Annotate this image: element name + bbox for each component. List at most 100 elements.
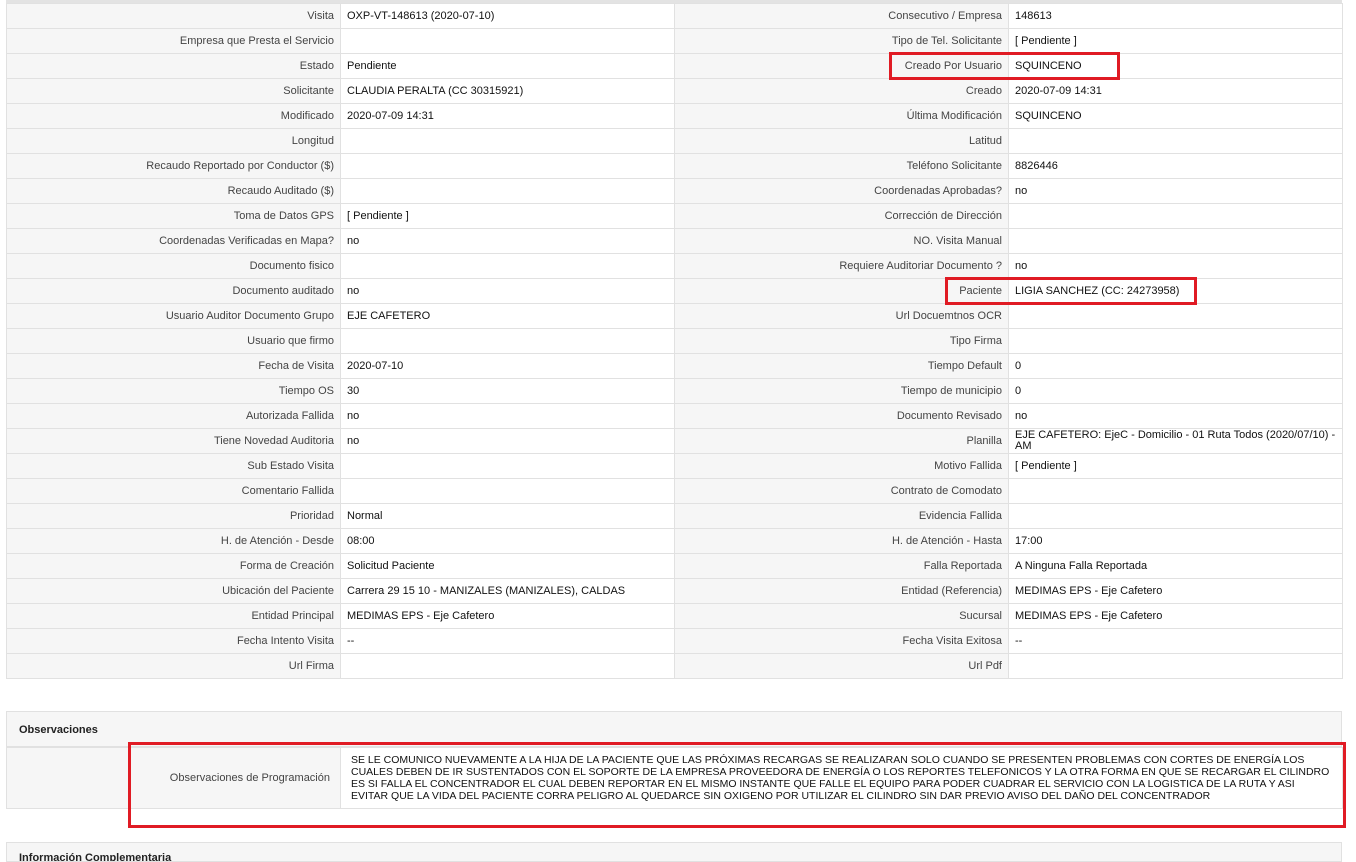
table-row: Visita OXP-VT-148613 (2020-07-10) Consecut… [6,3,1343,29]
tiempo-default-label: Tiempo Default [674,353,1009,379]
falla-reportada-value: A Ninguna Falla Reportada [1008,553,1343,579]
solicitante-value: CLAUDIA PERALTA (CC 30315921) [340,78,675,104]
requiere-auditoriar-documento-value: no [1008,253,1343,279]
toma-de-datos-gps-label: Toma de Datos GPS [6,203,341,229]
paciente-label: Paciente [674,278,1009,304]
documento-fisico-value [340,253,675,279]
ubicacion-del-paciente-value: Carrera 29 15 10 - MANIZALES (MANIZALES)… [340,578,675,604]
tipo-de-tel-solicitante-label: Tipo de Tel. Solicitante [674,28,1009,54]
documento-revisado-label: Documento Revisado [674,403,1009,429]
tiene-novedad-auditoria-label: Tiene Novedad Auditoria [6,428,341,454]
table-row: Usuario Auditor Documento Grupo EJE CAFET… [6,303,1343,329]
consecutivo-empresa-label: Consecutivo / Empresa [674,3,1009,29]
h-de-atencion-desde-label: H. de Atención - Desde [6,528,341,554]
motivo-fallida-label: Motivo Fallida [674,453,1009,479]
empresa-que-presta-el-servicio-label: Empresa que Presta el Servicio [6,28,341,54]
fecha-intento-visita-label: Fecha Intento Visita [6,628,341,654]
table-row: Empresa que Presta el Servicio Tipo de Te… [6,28,1343,54]
table-row: Entidad Principal MEDIMAS EPS - Eje Cafet… [6,603,1343,629]
table-row: Tiempo OS 30 Tiempo de municipio 0 [6,378,1343,404]
table-row: Forma de Creación Solicitud Paciente Falla… [6,553,1343,579]
forma-de-creacion-label: Forma de Creación [6,553,341,579]
contrato-de-comodato-value [1008,478,1343,504]
table-row: Modificado 2020-07-09 14:31 Última Modific… [6,103,1343,129]
table-row: Longitud Latitud [6,128,1343,154]
entidad-principal-value: MEDIMAS EPS - Eje Cafetero [340,603,675,629]
usuario-auditor-documento-grupo-value: EJE CAFETERO [340,303,675,329]
tiempo-os-label: Tiempo OS [6,378,341,404]
usuario-que-firmo-value [340,328,675,354]
solicitante-label: Solicitante [6,78,341,104]
observaciones-title: Observaciones [6,711,1342,747]
table-row: Recaudo Reportado por Conductor ($) Teléf… [6,153,1343,179]
table-row: Documento auditado no Paciente LIGIA SANCH… [6,278,1343,304]
sub-estado-visita-value [340,453,675,479]
tiempo-os-value: 30 [340,378,675,404]
no-visita-manual-value [1008,228,1343,254]
autorizada-fallida-label: Autorizada Fallida [6,403,341,429]
tiempo-default-value: 0 [1008,353,1343,379]
recaudo-reportado-por-conductor-label: Recaudo Reportado por Conductor ($) [6,153,341,179]
table-row: Observaciones de Programación SE LE COMU… [6,747,1343,809]
comentario-fallida-label: Comentario Fallida [6,478,341,504]
coordenadas-aprobadas-label: Coordenadas Aprobadas? [674,178,1009,204]
table-row: Prioridad Normal Evidencia Fallida [6,503,1343,529]
documento-auditado-value: no [340,278,675,304]
requiere-auditoriar-documento-label: Requiere Auditoriar Documento ? [674,253,1009,279]
prioridad-value: Normal [340,503,675,529]
table-row: H. de Atención - Desde 08:00 H. de Atenció… [6,528,1343,554]
table-row: Usuario que firmo Tipo Firma [6,328,1343,354]
tipo-firma-label: Tipo Firma [674,328,1009,354]
table-row: Documento fisico Requiere Auditoriar Docu… [6,253,1343,279]
forma-de-creacion-value: Solicitud Paciente [340,553,675,579]
fecha-visita-exitosa-value: -- [1008,628,1343,654]
h-de-atencion-hasta-label: H. de Atención - Hasta [674,528,1009,554]
recaudo-auditado-label: Recaudo Auditado ($) [6,178,341,204]
usuario-que-firmo-label: Usuario que firmo [6,328,341,354]
table-row: Fecha de Visita 2020-07-10 Tiempo Default… [6,353,1343,379]
url-docuemtnos-ocr-label: Url Docuemtnos OCR [674,303,1009,329]
coordenadas-verificadas-en-mapa-label: Coordenadas Verificadas en Mapa? [6,228,341,254]
fecha-de-visita-label: Fecha de Visita [6,353,341,379]
fecha-de-visita-value: 2020-07-10 [340,353,675,379]
table-row: Coordenadas Verificadas en Mapa? no NO. V… [6,228,1343,254]
table-row: Recaudo Auditado ($) Coordenadas Aprobada… [6,178,1343,204]
table-row: Autorizada Fallida no Documento Revisado … [6,403,1343,429]
modificado-label: Modificado [6,103,341,129]
tipo-de-tel-solicitante-value: [ Pendiente ] [1008,28,1343,54]
planilla-value: EJE CAFETERO: EjeC - Domicilio - 01 Ruta… [1008,428,1343,454]
ubicacion-del-paciente-label: Ubicación del Paciente [6,578,341,604]
table-row: Ubicación del Paciente Carrera 29 15 10 -… [6,578,1343,604]
url-docuemtnos-ocr-value [1008,303,1343,329]
entidad-referencia-value: MEDIMAS EPS - Eje Cafetero [1008,578,1343,604]
fecha-intento-visita-value: -- [340,628,675,654]
modificado-value: 2020-07-09 14:31 [340,103,675,129]
contrato-de-comodato-label: Contrato de Comodato [674,478,1009,504]
coordenadas-aprobadas-value: no [1008,178,1343,204]
ultima-modificacion-label: Última Modificación [674,103,1009,129]
tiempo-de-municipio-value: 0 [1008,378,1343,404]
observaciones-programacion-value: SE LE COMUNICO NUEVAMENTE A LA HIJA DE L… [340,747,1343,809]
table-row: Sub Estado Visita Motivo Fallida[ Pendien… [6,453,1343,479]
h-de-atencion-desde-value: 08:00 [340,528,675,554]
creado-por-usuario-value: SQUINCENO [1008,53,1343,79]
ultima-modificacion-value: SQUINCENO [1008,103,1343,129]
tiene-novedad-auditoria-value: no [340,428,675,454]
recaudo-reportado-por-conductor-value [340,153,675,179]
creado-value: 2020-07-09 14:31 [1008,78,1343,104]
evidencia-fallida-value [1008,503,1343,529]
table-row: Toma de Datos GPS[ Pendiente ] Corrección… [6,203,1343,229]
empresa-que-presta-el-servicio-value [340,28,675,54]
documento-auditado-label: Documento auditado [6,278,341,304]
toma-de-datos-gps-value: [ Pendiente ] [340,203,675,229]
tipo-firma-value [1008,328,1343,354]
visit-detail-table: Visita OXP-VT-148613 (2020-07-10) Consecut… [6,3,1343,679]
correccion-de-direccion-label: Corrección de Dirección [674,203,1009,229]
creado-por-usuario-label: Creado Por Usuario [674,53,1009,79]
table-row: Solicitante CLAUDIA PERALTA (CC 30315921)… [6,78,1343,104]
table-row: Comentario Fallida Contrato de Comodato [6,478,1343,504]
longitud-value [340,128,675,154]
paciente-value: LIGIA SANCHEZ (CC: 24273958) [1008,278,1343,304]
planilla-label: Planilla [674,428,1009,454]
telefono-solicitante-value: 8826446 [1008,153,1343,179]
